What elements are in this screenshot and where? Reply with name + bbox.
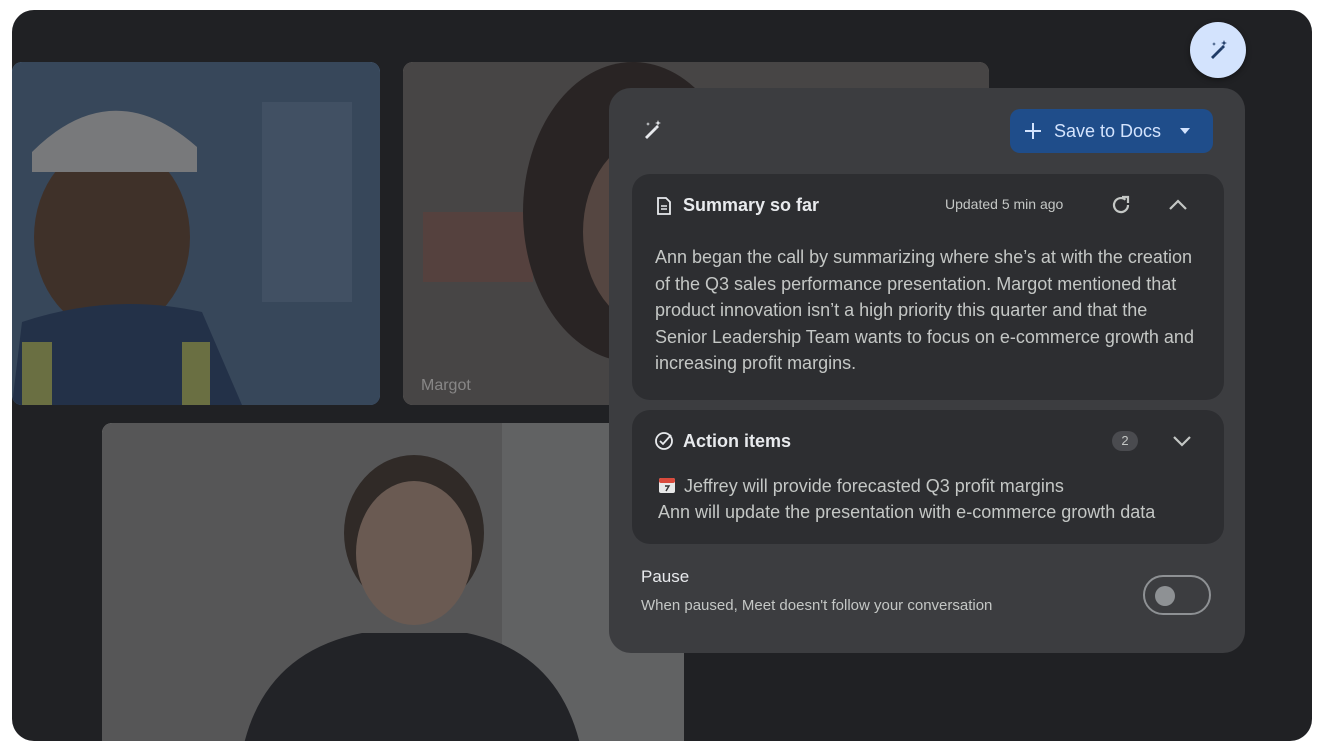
- action-item: Jeffrey will provide forecasted Q3 profi…: [658, 476, 1064, 497]
- pen-sparkle-icon: [645, 120, 661, 139]
- action-item-text: Jeffrey will provide forecasted Q3 profi…: [684, 476, 1064, 496]
- calendar-icon: [659, 478, 675, 493]
- tile-dim-overlay: [12, 62, 380, 405]
- chevron-up-icon[interactable]: [1165, 192, 1191, 218]
- pause-toggle[interactable]: [1143, 575, 1211, 615]
- check-circle-icon: [655, 432, 673, 450]
- document-icon: [657, 197, 671, 215]
- action-item-text: Ann will update the presentation with e-…: [658, 502, 1156, 522]
- chevron-down-icon[interactable]: [1169, 428, 1195, 454]
- save-to-docs-label: Save to Docs: [1054, 120, 1162, 141]
- caret-down-icon[interactable]: [1179, 125, 1191, 137]
- action-items-title: Action items: [683, 431, 792, 451]
- save-to-docs-button[interactable]: Save to Docs: [1010, 109, 1213, 153]
- pen-sparkle-icon: [1211, 40, 1227, 59]
- notes-panel: Save to Docs Summary so far Updated 5 mi…: [609, 88, 1245, 653]
- summary-card: Summary so far Updated 5 min ago Ann beg…: [632, 174, 1224, 400]
- take-notes-button[interactable]: [1190, 22, 1246, 78]
- pause-subtitle: When paused, Meet doesn't follow your co…: [641, 597, 993, 614]
- summary-title: Summary so far: [683, 195, 820, 215]
- refresh-icon[interactable]: [1108, 192, 1134, 218]
- action-item: Ann will update the presentation with e-…: [658, 502, 1155, 523]
- toggle-knob: [1155, 586, 1175, 606]
- participant-name: Margot: [421, 377, 471, 394]
- tile-dim-overlay: [102, 423, 684, 741]
- summary-updated-time: Updated 5 min ago: [945, 196, 1064, 212]
- participant-tile-3[interactable]: [102, 423, 684, 741]
- action-items-card: Action items 2 Jeffrey will provide fore…: [632, 410, 1224, 544]
- pause-title: Pause: [641, 567, 690, 586]
- action-items-count-badge: 2: [1112, 431, 1138, 451]
- plus-icon: [1025, 123, 1041, 139]
- participant-tile-1[interactable]: [12, 62, 380, 405]
- summary-text: Ann began the call by summarizing where …: [655, 247, 1194, 373]
